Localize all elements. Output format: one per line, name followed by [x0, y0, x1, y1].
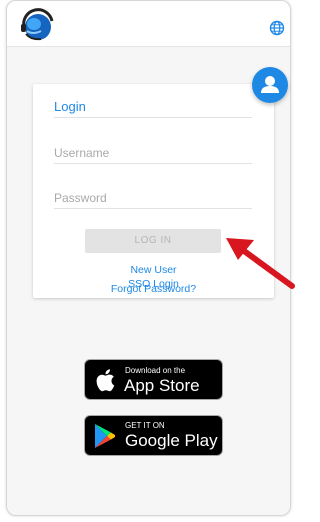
password-underline	[54, 208, 252, 209]
avatar[interactable]	[252, 67, 288, 103]
login-title: Login	[54, 99, 86, 114]
app-store-big-text: App Store	[124, 376, 200, 395]
login-button[interactable]: LOG IN	[85, 229, 221, 253]
google-play-small-text: GET IT ON	[125, 421, 165, 430]
username-underline	[54, 163, 252, 164]
globe-icon[interactable]	[269, 20, 285, 36]
app-store-badge[interactable]: Download on the App Store	[84, 359, 223, 400]
user-icon	[261, 76, 279, 93]
username-input[interactable]: Username	[54, 146, 109, 160]
title-divider	[54, 117, 252, 118]
red-arrow-icon	[226, 238, 295, 289]
app-store-small-text: Download on the	[125, 366, 186, 375]
google-play-badge[interactable]: GET IT ON Google Play	[84, 415, 223, 456]
apple-icon	[96, 369, 115, 392]
google-play-big-text: Google Play	[125, 431, 218, 450]
top-bar	[7, 1, 290, 47]
google-play-icon	[95, 424, 115, 448]
password-input[interactable]: Password	[54, 191, 107, 205]
headset-logo-icon	[21, 8, 54, 41]
